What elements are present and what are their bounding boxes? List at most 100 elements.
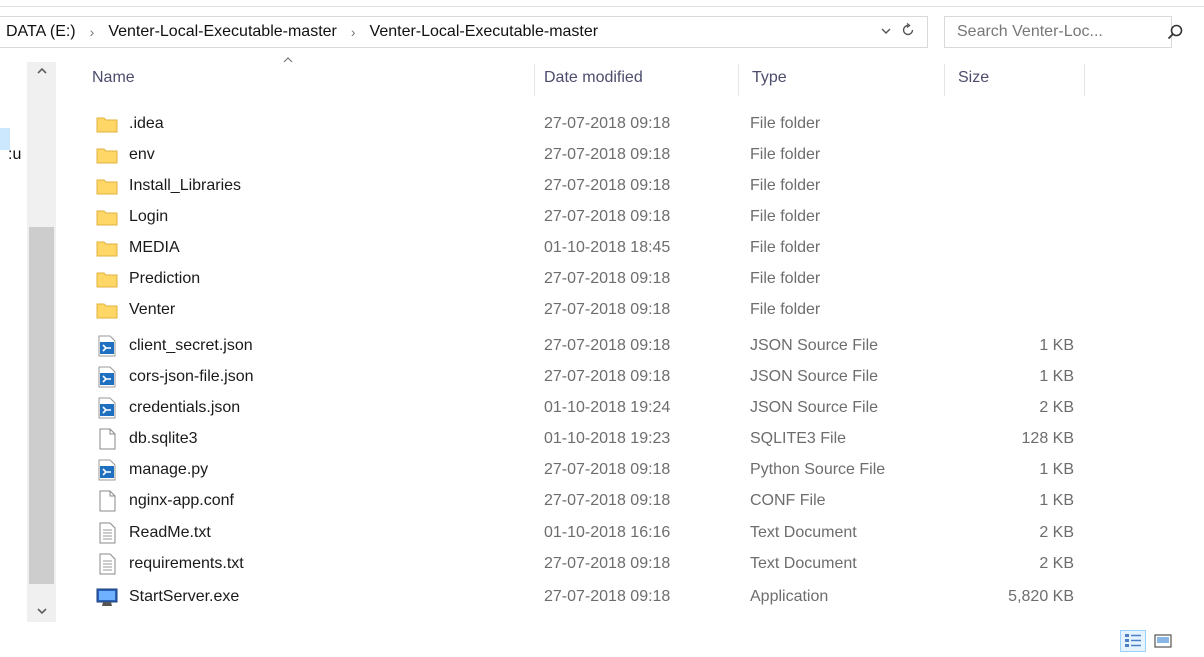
file-type: File folder <box>750 208 821 225</box>
blank-file-icon <box>96 490 118 512</box>
text-file-icon <box>96 553 118 575</box>
file-name: nginx-app.conf <box>129 492 234 509</box>
file-row[interactable]: nginx-app.conf 27-07-2018 09:18 CONF Fil… <box>88 485 1088 516</box>
file-row[interactable]: Login 27-07-2018 09:18 File folder <box>88 201 1088 232</box>
file-date: 27-07-2018 09:18 <box>544 588 671 605</box>
breadcrumb-separator[interactable]: › <box>343 24 364 40</box>
file-name: MEDIA <box>129 239 180 256</box>
folder-icon <box>96 268 118 290</box>
column-header-name[interactable]: Name <box>84 60 534 96</box>
file-size: 1 KB <box>1039 461 1074 478</box>
vscode-file-icon <box>96 459 118 481</box>
breadcrumb-folder-1[interactable]: Venter-Local-Executable-master <box>102 23 343 41</box>
column-divider[interactable] <box>534 64 535 96</box>
file-row[interactable]: ReadMe.txt 01-10-2018 16:16 Text Documen… <box>88 517 1088 548</box>
file-date: 27-07-2018 09:18 <box>544 461 671 478</box>
file-row[interactable]: Venter 27-07-2018 09:18 File folder <box>88 294 1088 325</box>
file-type: Python Source File <box>750 461 886 478</box>
file-name: StartServer.exe <box>129 588 240 605</box>
scroll-down-icon[interactable] <box>27 602 56 622</box>
column-header-size[interactable]: Size <box>950 60 1084 96</box>
breadcrumb-folder-2[interactable]: Venter-Local-Executable-master <box>364 23 605 41</box>
file-date: 27-07-2018 09:18 <box>544 115 671 132</box>
file-row[interactable]: client_secret.json 27-07-2018 09:18 JSON… <box>88 330 1088 361</box>
file-size <box>946 232 1074 263</box>
file-row[interactable]: .idea 27-07-2018 09:18 File folder <box>88 108 1088 139</box>
file-date: 27-07-2018 09:18 <box>544 368 671 385</box>
file-name: cors-json-file.json <box>129 368 254 385</box>
file-size <box>946 170 1074 201</box>
column-header-name-label: Name <box>92 69 135 86</box>
file-row[interactable]: env 27-07-2018 09:18 File folder <box>88 139 1088 170</box>
file-type: JSON Source File <box>750 368 879 385</box>
file-name: credentials.json <box>129 399 241 416</box>
file-type: CONF File <box>750 492 826 509</box>
file-type: File folder <box>750 177 821 194</box>
file-size: 1 KB <box>1039 368 1074 385</box>
file-date: 27-07-2018 09:18 <box>544 208 671 225</box>
file-row[interactable]: Install_Libraries 27-07-2018 09:18 File … <box>88 170 1088 201</box>
file-size <box>946 294 1074 325</box>
file-size: 5,820 KB <box>1008 588 1074 605</box>
scrollbar-thumb[interactable] <box>29 227 54 584</box>
file-type: SQLITE3 File <box>750 430 847 447</box>
column-header-type-label: Type <box>752 69 787 86</box>
file-date: 01-10-2018 19:23 <box>544 430 671 447</box>
sort-ascending-icon <box>282 53 294 67</box>
column-divider[interactable] <box>944 64 945 96</box>
application-icon <box>96 586 118 608</box>
file-name: Install_Libraries <box>129 177 242 194</box>
file-name: Login <box>129 208 169 225</box>
file-row[interactable]: StartServer.exe 27-07-2018 09:18 Applica… <box>88 581 1088 612</box>
file-type: File folder <box>750 239 821 256</box>
file-name: .idea <box>129 115 164 132</box>
file-date: 27-07-2018 09:18 <box>544 337 671 354</box>
file-date: 01-10-2018 18:45 <box>544 239 671 256</box>
file-type: File folder <box>750 115 821 132</box>
file-size <box>946 201 1074 232</box>
file-name: db.sqlite3 <box>129 430 198 447</box>
large-icons-view-icon[interactable] <box>1150 630 1176 652</box>
file-date: 27-07-2018 09:18 <box>544 270 671 287</box>
search-box[interactable] <box>944 16 1183 48</box>
address-history-dropdown-icon[interactable] <box>875 24 897 41</box>
file-type: JSON Source File <box>750 399 879 416</box>
search-icon[interactable] <box>1166 23 1184 41</box>
file-size: 2 KB <box>1039 399 1074 416</box>
file-row[interactable]: cors-json-file.json 27-07-2018 09:18 JSO… <box>88 361 1088 392</box>
column-header-type[interactable]: Type <box>744 60 942 96</box>
folder-icon <box>96 299 118 321</box>
breadcrumb-drive[interactable]: DATA (E:) <box>0 23 82 41</box>
file-name: Prediction <box>129 270 201 287</box>
address-bar[interactable]: DATA (E:) › Venter-Local-Executable-mast… <box>0 16 928 48</box>
file-row[interactable]: Prediction 27-07-2018 09:18 File folder <box>88 263 1088 294</box>
file-type: Text Document <box>750 555 857 572</box>
details-view-icon[interactable] <box>1120 630 1146 652</box>
file-name: manage.py <box>129 461 209 478</box>
file-row[interactable]: db.sqlite3 01-10-2018 19:23 SQLITE3 File… <box>88 423 1088 454</box>
refresh-icon[interactable] <box>897 22 919 42</box>
column-header-date[interactable]: Date modified <box>536 60 738 96</box>
breadcrumb-separator[interactable]: › <box>82 24 103 40</box>
file-row[interactable]: requirements.txt 27-07-2018 09:18 Text D… <box>88 548 1088 579</box>
file-row[interactable]: credentials.json 01-10-2018 19:24 JSON S… <box>88 392 1088 423</box>
file-size: 2 KB <box>1039 524 1074 541</box>
file-date: 01-10-2018 16:16 <box>544 524 671 541</box>
column-divider[interactable] <box>738 64 739 96</box>
column-header-size-label: Size <box>958 69 990 86</box>
file-date: 27-07-2018 09:18 <box>544 146 671 163</box>
nav-item-label[interactable]: :u <box>8 146 21 164</box>
file-row[interactable]: manage.py 27-07-2018 09:18 Python Source… <box>88 454 1088 485</box>
file-size <box>946 139 1074 170</box>
file-row[interactable]: MEDIA 01-10-2018 18:45 File folder <box>88 232 1088 263</box>
file-name: env <box>129 146 155 163</box>
vscode-file-icon <box>96 366 118 388</box>
search-input[interactable] <box>945 22 1166 42</box>
file-name: requirements.txt <box>129 555 244 572</box>
column-headers: Name Date modified Type Size <box>0 57 1204 96</box>
file-name: ReadMe.txt <box>129 524 211 541</box>
column-divider[interactable] <box>1084 64 1085 96</box>
text-file-icon <box>96 522 118 544</box>
vertical-scrollbar[interactable] <box>27 62 56 622</box>
file-type: File folder <box>750 146 821 163</box>
